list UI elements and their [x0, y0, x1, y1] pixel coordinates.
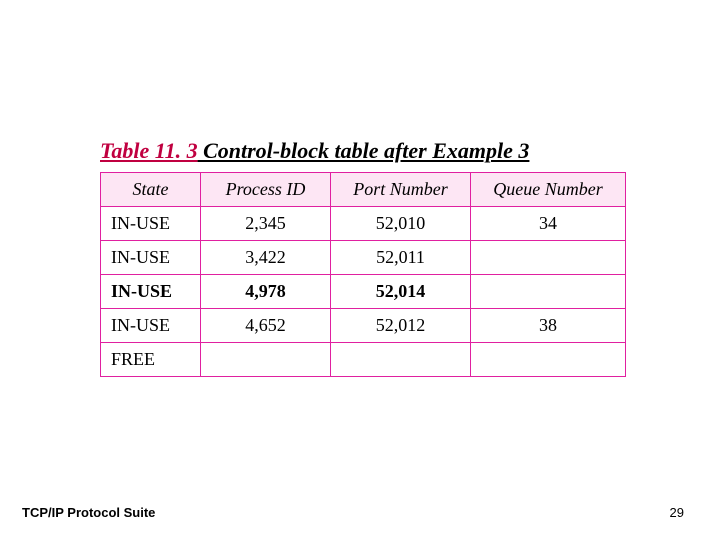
- page-number: 29: [670, 505, 684, 520]
- cell-state: IN-USE: [101, 241, 201, 275]
- table-row: IN-USE 2,345 52,010 34: [101, 207, 626, 241]
- table-row: IN-USE 4,978 52,014: [101, 275, 626, 309]
- cell-queue: [471, 241, 626, 275]
- cell-queue: [471, 275, 626, 309]
- cell-queue: 34: [471, 207, 626, 241]
- control-block-table-wrap: State Process ID Port Number Queue Numbe…: [100, 172, 625, 377]
- cell-state: IN-USE: [101, 275, 201, 309]
- col-port: Port Number: [331, 173, 471, 207]
- cell-state: IN-USE: [101, 309, 201, 343]
- cell-state: IN-USE: [101, 207, 201, 241]
- cell-pid: [201, 343, 331, 377]
- cell-pid: 4,978: [201, 275, 331, 309]
- slide: Table 11. 3 Control-block table after Ex…: [0, 0, 720, 540]
- col-state: State: [101, 173, 201, 207]
- cell-port: 52,010: [331, 207, 471, 241]
- col-queue: Queue Number: [471, 173, 626, 207]
- cell-port: 52,011: [331, 241, 471, 275]
- cell-pid: 3,422: [201, 241, 331, 275]
- cell-state: FREE: [101, 343, 201, 377]
- cell-pid: 2,345: [201, 207, 331, 241]
- col-pid: Process ID: [201, 173, 331, 207]
- table-row: IN-USE 3,422 52,011: [101, 241, 626, 275]
- cell-queue: 38: [471, 309, 626, 343]
- table-row: FREE: [101, 343, 626, 377]
- table-desc: Control-block table after Example 3: [198, 138, 530, 163]
- cell-port: [331, 343, 471, 377]
- control-block-table: State Process ID Port Number Queue Numbe…: [100, 172, 626, 377]
- footer-title: TCP/IP Protocol Suite: [22, 505, 155, 520]
- table-row: IN-USE 4,652 52,012 38: [101, 309, 626, 343]
- table-body: IN-USE 2,345 52,010 34 IN-USE 3,422 52,0…: [101, 207, 626, 377]
- cell-port: 52,012: [331, 309, 471, 343]
- cell-queue: [471, 343, 626, 377]
- table-ref: Table 11. 3: [100, 138, 198, 163]
- cell-port: 52,014: [331, 275, 471, 309]
- cell-pid: 4,652: [201, 309, 331, 343]
- table-header-row: State Process ID Port Number Queue Numbe…: [101, 173, 626, 207]
- table-caption: Table 11. 3 Control-block table after Ex…: [100, 138, 529, 164]
